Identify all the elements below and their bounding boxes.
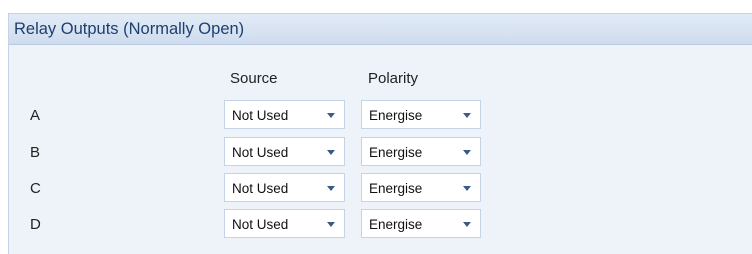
panel-header: Relay Outputs (Normally Open) <box>9 14 752 45</box>
source-select-b[interactable]: Not Used <box>224 137 345 166</box>
source-select-d-value: Not Used <box>232 217 289 232</box>
polarity-select-d[interactable]: Energise <box>361 209 481 238</box>
chevron-down-icon[interactable] <box>463 113 471 118</box>
polarity-select-a[interactable]: Energise <box>361 100 481 129</box>
source-select-a[interactable]: Not Used <box>224 100 345 129</box>
chevron-down-icon[interactable] <box>463 186 471 191</box>
chevron-down-icon[interactable] <box>463 150 471 155</box>
polarity-select-b-value: Energise <box>369 145 423 160</box>
polarity-select-c-value: Energise <box>369 181 423 196</box>
polarity-select-c[interactable]: Energise <box>361 173 481 202</box>
source-select-c-value: Not Used <box>232 181 289 196</box>
chevron-down-icon[interactable] <box>327 222 335 227</box>
source-select-c[interactable]: Not Used <box>224 173 345 202</box>
source-select-d[interactable]: Not Used <box>224 209 345 238</box>
chevron-down-icon[interactable] <box>463 222 471 227</box>
source-select-b-value: Not Used <box>232 145 289 160</box>
panel-title: Relay Outputs (Normally Open) <box>14 20 245 38</box>
row-label-b: B <box>30 144 41 161</box>
row-label-a: A <box>30 107 41 124</box>
polarity-select-d-value: Energise <box>369 217 423 232</box>
polarity-column-header: Polarity <box>368 70 419 87</box>
chevron-down-icon[interactable] <box>327 186 335 191</box>
polarity-select-b[interactable]: Energise <box>361 137 481 166</box>
row-label-d: D <box>30 216 41 233</box>
chevron-down-icon[interactable] <box>327 150 335 155</box>
chevron-down-icon[interactable] <box>327 113 335 118</box>
source-select-a-value: Not Used <box>232 108 289 123</box>
row-label-c: C <box>30 180 41 197</box>
polarity-select-a-value: Energise <box>369 108 423 123</box>
source-column-header: Source <box>230 70 278 87</box>
